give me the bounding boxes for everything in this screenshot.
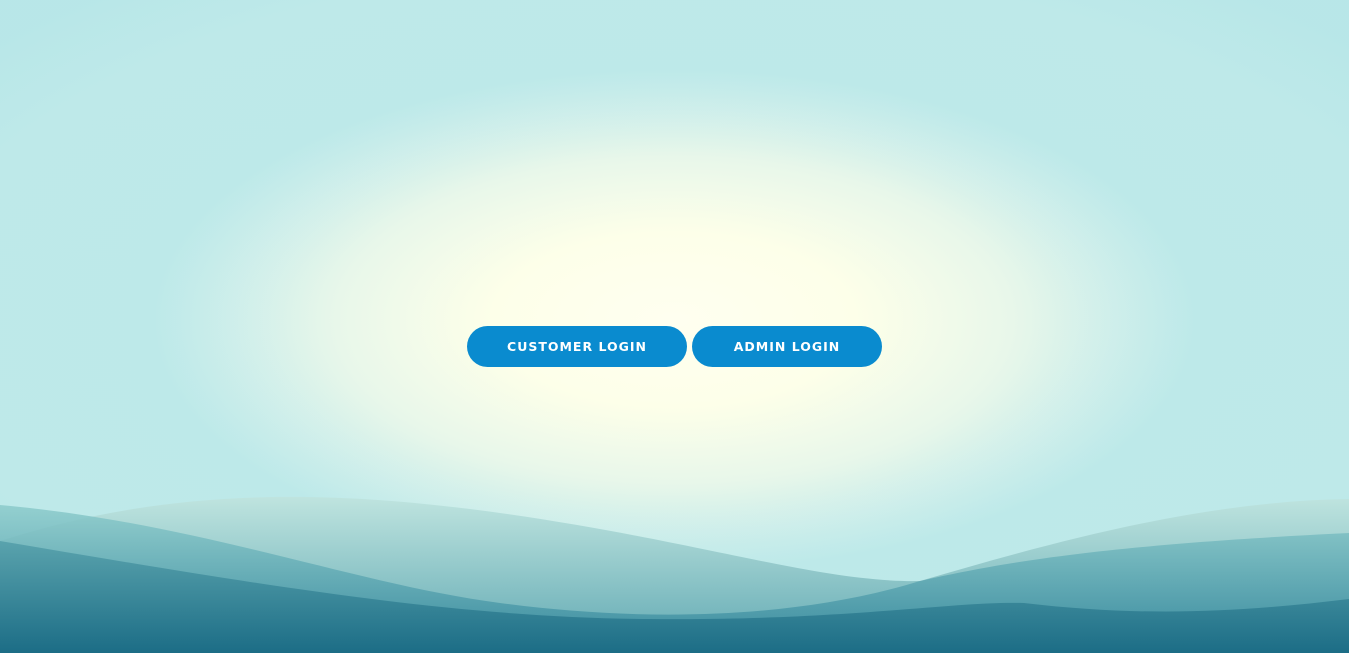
admin-login-button[interactable]: ADMIN LOGIN — [692, 326, 882, 367]
customer-login-button[interactable]: CUSTOMER LOGIN — [467, 326, 687, 367]
login-button-group: CUSTOMER LOGIN ADMIN LOGIN — [467, 326, 882, 367]
wave-decoration — [0, 496, 1349, 653]
